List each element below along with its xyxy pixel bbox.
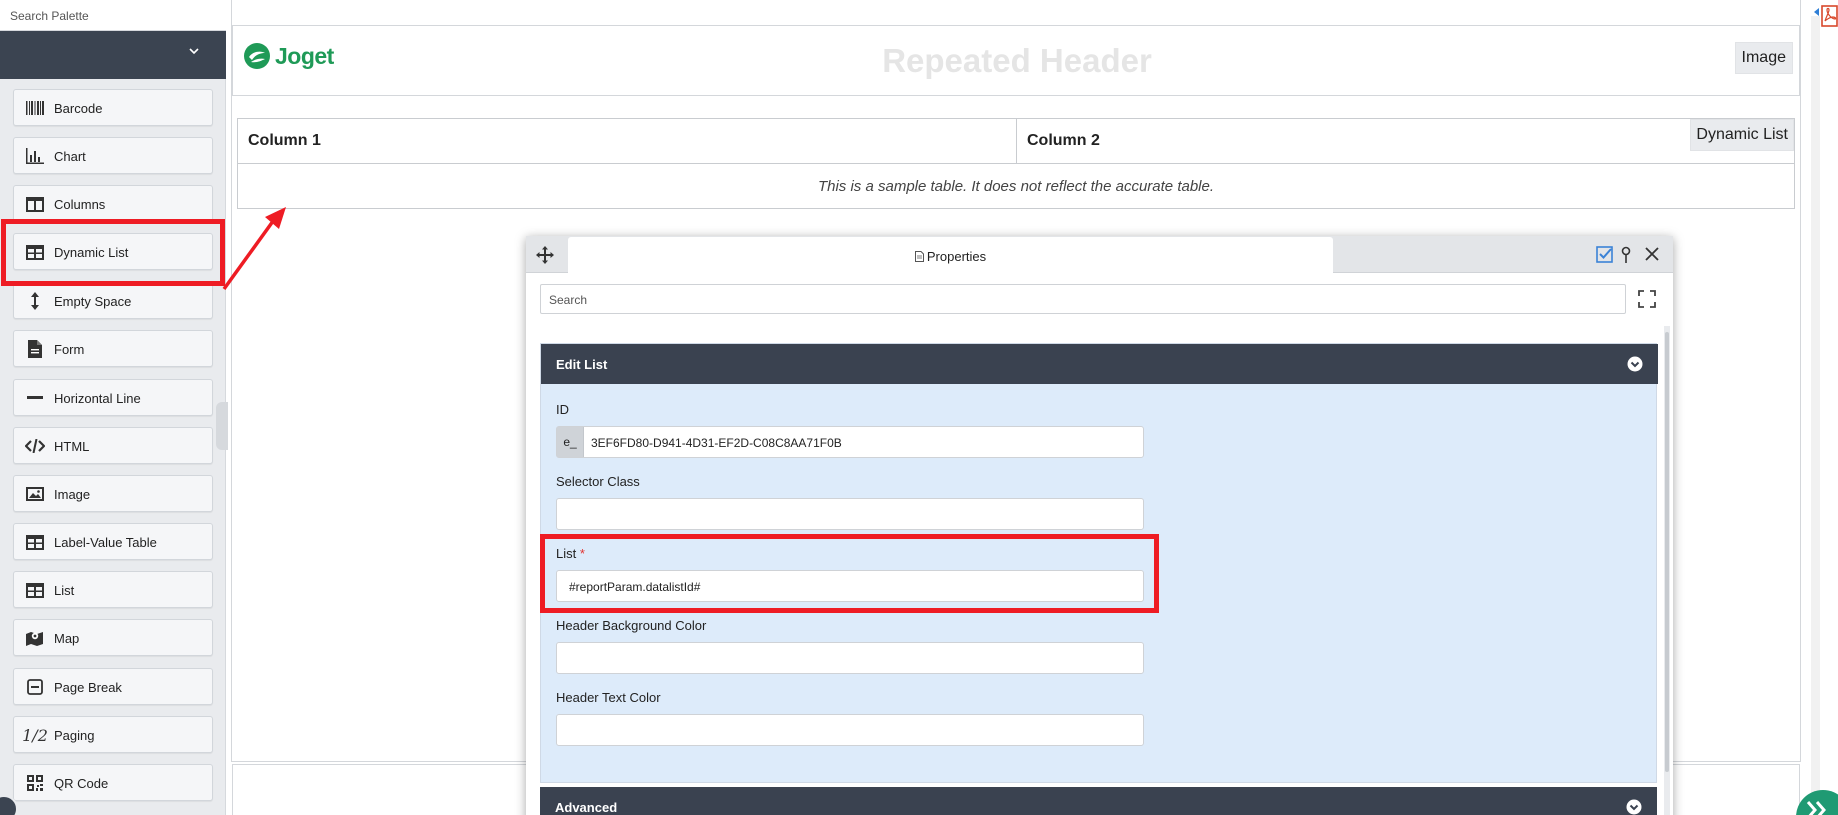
chart-icon [25, 147, 45, 165]
close-icon[interactable] [1644, 246, 1660, 262]
palette-item-label: Columns [54, 197, 106, 212]
palette-item-page-break[interactable]: Page Break [13, 668, 213, 705]
minus-icon [25, 389, 45, 407]
palette-item-label: Empty Space [54, 294, 132, 309]
barcode-icon [25, 99, 45, 117]
tab-properties[interactable]: Properties [568, 237, 1333, 273]
palette-item-empty-space[interactable]: Empty Space [13, 282, 213, 319]
chevron-down-circle-icon[interactable] [1627, 356, 1643, 372]
dialog-scrollbar-thumb[interactable] [1665, 332, 1669, 772]
pdf-icon[interactable] [1814, 5, 1838, 27]
advanced-title: Advanced [555, 800, 618, 815]
properties-search-input[interactable]: Search [540, 284, 1626, 314]
apply-checkbox-icon[interactable] [1596, 246, 1613, 263]
move-icon[interactable] [536, 246, 554, 264]
advanced-section-header[interactable]: Advanced [540, 787, 1657, 815]
palette-item-columns[interactable]: Columns [13, 185, 213, 222]
palette-item-label: Paging [54, 728, 95, 743]
floating-action-button[interactable] [1796, 790, 1838, 815]
palette-item-label: Form [54, 342, 85, 357]
edit-list-title: Edit List [556, 357, 608, 372]
palette-collapse-handle[interactable] [216, 402, 228, 450]
palette-item-label-value-table[interactable]: Label-Value Table [13, 523, 213, 560]
document-icon [25, 340, 45, 358]
table-icon [25, 533, 45, 551]
qr-code-icon [25, 774, 45, 792]
palette-item-html[interactable]: HTML [13, 427, 213, 464]
sample-table[interactable]: Column 1 Column 2 Dynamic List This is a… [237, 118, 1795, 209]
palette-item-label: Horizontal Line [54, 391, 141, 406]
pin-icon[interactable] [1620, 246, 1632, 264]
report-builder: Search Palette Barcode Chart Columns Dyn… [0, 0, 1838, 815]
header-background-color-label: Header Background Color [556, 618, 707, 633]
palette-item-label: HTML [54, 439, 90, 454]
double-chevron-right-icon [1806, 801, 1826, 815]
palette-item-label: Label-Value Table [54, 535, 157, 550]
palette-item-form[interactable]: Form [13, 330, 213, 367]
palette-item-chart[interactable]: Chart [13, 137, 213, 174]
palette-item-label: Image [54, 487, 91, 502]
palette-item-horizontal-line[interactable]: Horizontal Line [13, 379, 213, 416]
fullscreen-icon[interactable] [1638, 290, 1656, 308]
id-label: ID [556, 402, 569, 417]
map-icon [25, 629, 45, 647]
column-1-header: Column 1 [248, 132, 321, 149]
palette-item-qr-code[interactable]: QR Code [13, 764, 213, 801]
id-field[interactable]: e_ 3EF6FD80-D941-4D31-EF2D-C08C8AA71F0B [556, 426, 1144, 458]
selector-class-field[interactable] [556, 498, 1144, 530]
column-divider [1016, 119, 1017, 164]
palette-item-label: Map [54, 631, 80, 646]
palette-item-label: Chart [54, 149, 86, 164]
highlight-dynamic-list [1, 219, 225, 286]
image-element-badge[interactable]: Image [1734, 42, 1793, 74]
palette-item-barcode[interactable]: Barcode [13, 89, 213, 126]
palette-item-paging[interactable]: 1/2 Paging [13, 716, 213, 753]
palette-item-label: Barcode [54, 101, 103, 116]
highlight-list-field [540, 534, 1159, 613]
column-2-header: Column 2 [1027, 132, 1100, 149]
palette-item-map[interactable]: Map [13, 619, 213, 656]
fraction-icon: 1/2 [22, 725, 48, 745]
file-icon [914, 251, 924, 262]
page-break-icon [25, 678, 45, 696]
columns-icon [25, 195, 45, 213]
id-value: 3EF6FD80-D941-4D31-EF2D-C08C8AA71F0B [591, 436, 842, 450]
palette-category-header[interactable] [0, 31, 226, 79]
table-icon [25, 581, 45, 599]
header-background-color-field[interactable] [556, 642, 1144, 674]
vertical-arrows-icon [25, 292, 45, 310]
code-icon [25, 437, 45, 455]
dialog-title-bar[interactable]: Properties [526, 236, 1673, 273]
sample-table-note: This is a sample table. It does not refl… [817, 178, 1215, 195]
palette-search-input[interactable]: Search Palette [0, 0, 226, 31]
edit-list-header[interactable]: Edit List [541, 344, 1658, 384]
palette-item-image[interactable]: Image [13, 475, 213, 512]
id-prefix: e_ [557, 427, 584, 457]
palette-item-label: List [54, 583, 75, 598]
annotation-arrow [222, 207, 286, 291]
dynamic-list-badge[interactable]: Dynamic List [1690, 119, 1794, 151]
palette-item-label: QR Code [54, 776, 109, 791]
chevron-down-icon[interactable] [186, 43, 202, 59]
palette-panel: Search Palette Barcode Chart Columns Dyn… [0, 0, 228, 815]
table-header-row: Column 1 Column 2 Dynamic List [238, 119, 1794, 164]
header-text-color-label: Header Text Color [556, 690, 661, 705]
repeated-header-section[interactable]: Joget Repeated Header Image [232, 25, 1800, 96]
tab-properties-label: Properties [926, 249, 987, 264]
chevron-down-circle-icon[interactable] [1626, 799, 1642, 815]
page-scrollbar[interactable] [1811, 16, 1820, 806]
palette-item-label: Page Break [54, 680, 122, 695]
properties-dialog: Properties Search Edit List ID e_ 3EF6FD… [526, 236, 1673, 815]
repeated-header-title: Repeated Header [882, 42, 1152, 79]
image-icon [25, 485, 45, 503]
selector-class-label: Selector Class [556, 474, 640, 489]
header-text-color-field[interactable] [556, 714, 1144, 746]
palette-item-list[interactable]: List [13, 571, 213, 608]
